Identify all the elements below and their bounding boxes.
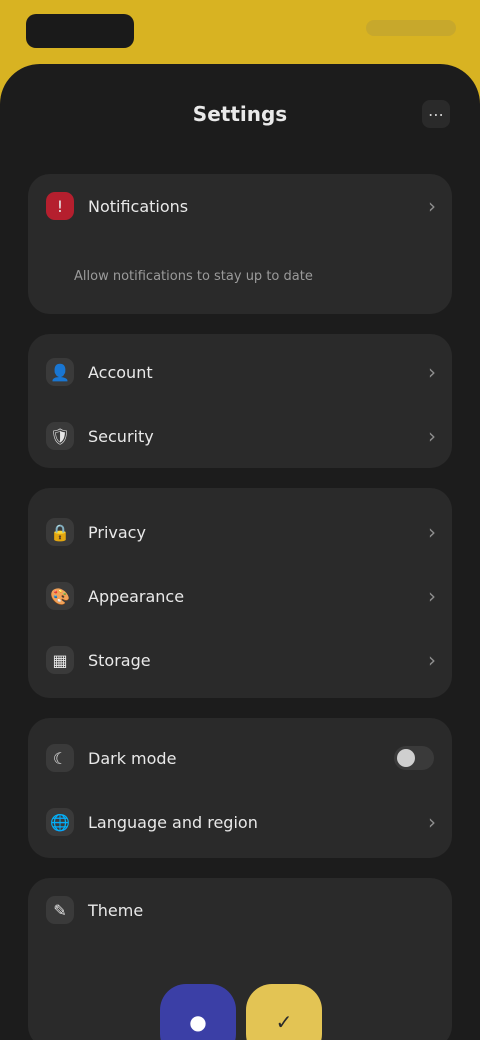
notifications-description: Allow notifications to stay up to date [74,269,313,284]
sidebar-item-appearance[interactable]: 🎨 Appearance › [28,564,452,628]
more-horizontal-icon[interactable]: ⋯ [422,100,450,128]
sidebar-item-language[interactable]: 🌐 Language and region › [28,790,452,854]
sidebar-item-dark-mode[interactable]: ☾ Dark mode [28,726,452,790]
header: Settings ⋯ [0,64,480,174]
notifications-card: ! Notifications › Allow notifications to… [28,174,452,314]
chevron-right-icon: › [428,810,436,834]
chevron-right-icon: › [428,648,436,672]
chevron-right-icon: › [428,360,436,384]
theme-swatch-blue[interactable]: ● [160,984,236,1040]
settings-group-1: 👤 Account › 🛡 Security › [28,334,452,468]
dark-mode-toggle[interactable] [394,746,434,770]
moon-icon: ☾ [46,744,74,772]
sidebar-item-privacy[interactable]: 🔒 Privacy › [28,500,452,564]
privacy-label: Privacy [88,522,146,542]
language-label: Language and region [88,812,258,832]
sidebar-item-security[interactable]: 🛡 Security › [28,404,452,468]
brush-icon: ✎ [46,896,74,924]
palette-icon: 🎨 [46,582,74,610]
chevron-right-icon: › [428,424,436,448]
sidebar-item-account[interactable]: 👤 Account › [28,340,452,404]
chevron-right-icon: › [428,584,436,608]
shield-icon: 🛡 [46,422,74,450]
storage-label: Storage [88,650,151,670]
sidebar-item-storage[interactable]: ▦ Storage › [28,628,452,692]
toggle-knob [397,749,415,767]
theme-card: ✎ Theme [28,878,452,1040]
security-label: Security [88,426,154,446]
appearance-label: Appearance [88,586,185,606]
alert-icon: ! [46,192,74,220]
storage-icon: ▦ [46,646,74,674]
chevron-right-icon: › [428,194,436,218]
notifications-label: Notifications [88,196,189,216]
theme-label: Theme [88,900,144,920]
theme-swatch-yellow[interactable]: ✓ [246,984,322,1040]
dark-mode-label: Dark mode [88,748,177,768]
page-title: Settings [192,102,288,126]
settings-group-2: 🔒 Privacy › 🎨 Appearance › ▦ Storage › [28,488,452,698]
status-area [366,20,456,36]
app-logo [26,14,134,48]
lock-icon: 🔒 [46,518,74,546]
settings-group-3: ☾ Dark mode 🌐 Language and region › [28,718,452,858]
settings-sheet: Settings ⋯ ! Notifications › Allow notif… [0,64,480,1040]
account-label: Account [88,362,153,382]
chevron-right-icon: › [428,520,436,544]
user-icon: 👤 [46,358,74,386]
theme-row: ✎ Theme [28,878,452,942]
notifications-row[interactable]: ! Notifications › [28,174,452,238]
globe-icon: 🌐 [46,808,74,836]
